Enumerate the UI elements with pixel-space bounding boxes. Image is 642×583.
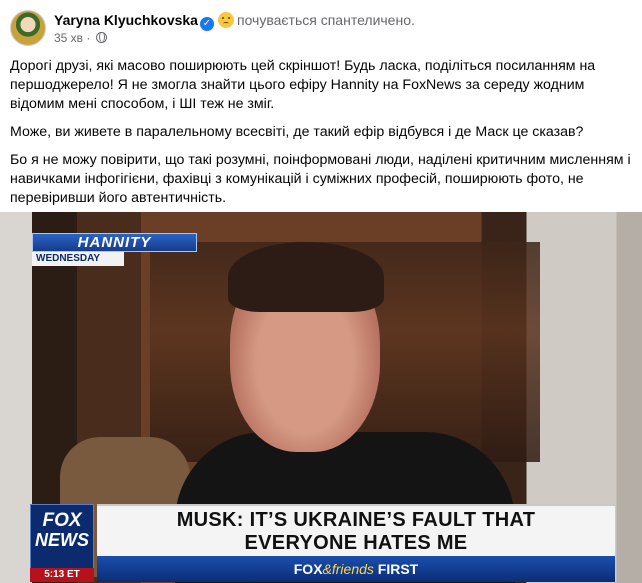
post-image[interactable]: HANNITY WEDNESDAY FOX NEWS 5:13 ET MUSK:… <box>0 212 642 583</box>
headline-line2: EVERYONE HATES ME <box>244 532 468 554</box>
person-hair <box>228 242 384 312</box>
bar-first: FIRST <box>377 561 419 577</box>
broadcast-time: 5:13 ET <box>30 568 94 582</box>
post-text: Дорогі друзі, які масово поширюють цей с… <box>10 57 635 217</box>
avatar[interactable] <box>10 10 46 46</box>
author-line: Yaryna Klyuchkovska ✓ почувається спантели… <box>54 12 415 31</box>
headline-line1: MUSK: IT’S UKRAINE’S FAULT THAT <box>176 509 536 531</box>
post-paragraph: Дорогі друзі, які масово поширюють цей с… <box>10 58 596 112</box>
feeling-text: почувається спантеличено. <box>236 12 415 28</box>
show-title: HANNITY <box>32 233 197 252</box>
bar-fox: FOX <box>293 561 323 577</box>
post-header: Yaryna Klyuchkovska ✓ почувається спантели… <box>10 8 630 48</box>
post-paragraph: Може, ви живете в паралельному всесвіті,… <box>10 124 584 140</box>
timestamp[interactable]: 35 хв <box>54 31 83 45</box>
globe-icon[interactable] <box>95 32 107 43</box>
show-day: WEDNESDAY <box>32 252 124 266</box>
author-name[interactable]: Yaryna Klyuchkovska <box>54 12 198 28</box>
show-bug: HANNITY WEDNESDAY <box>32 233 197 267</box>
fox-friends-bar: FOX&friends FIRST <box>97 556 615 582</box>
post-meta: 35 хв · <box>54 31 107 45</box>
bar-friends: &friends <box>322 561 374 577</box>
fox-news-logo: FOX NEWS <box>30 504 94 570</box>
logo-line1: FOX <box>42 510 82 531</box>
logo-line2: NEWS <box>35 530 89 550</box>
confused-emoji-icon <box>217 12 234 28</box>
chyron-headline: MUSK: IT’S UKRAINE’S FAULT THAT EVERYONE… <box>97 504 615 556</box>
verified-badge-icon: ✓ <box>199 17 214 31</box>
post-paragraph: Бо я не можу повірити, що такі розумні, … <box>10 152 631 206</box>
